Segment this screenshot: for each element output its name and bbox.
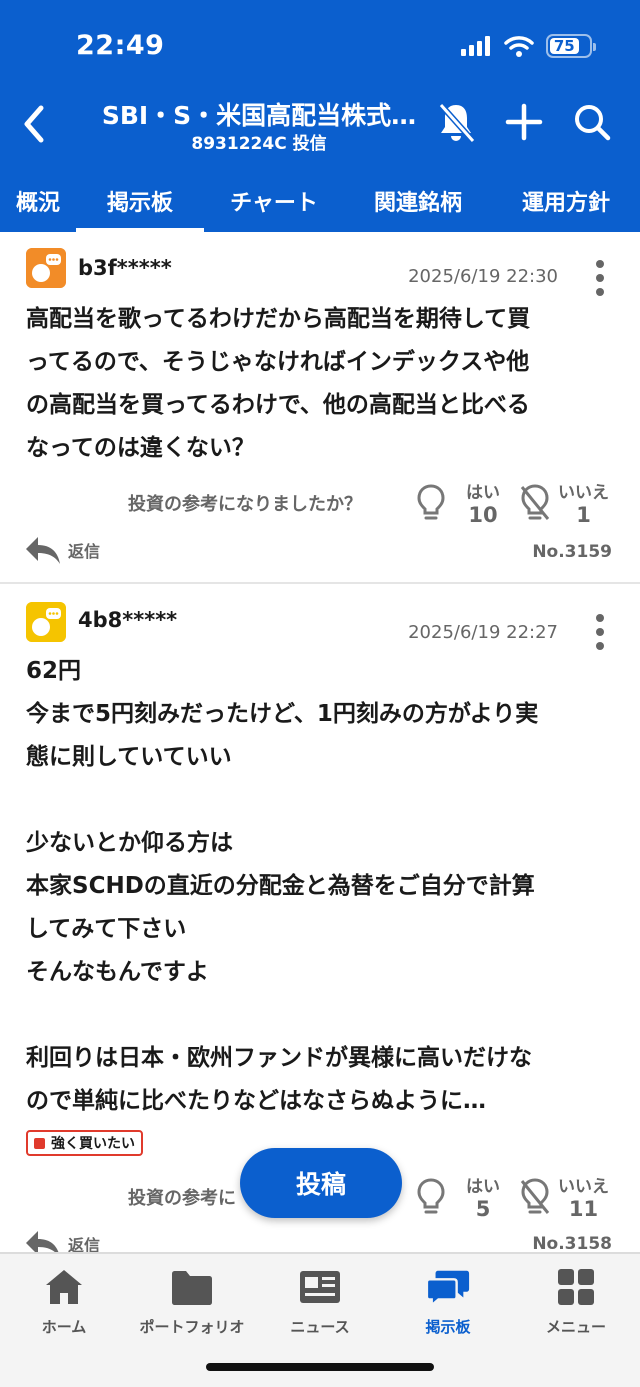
chat-bubbles-icon — [425, 1270, 470, 1307]
add-button[interactable] — [504, 100, 544, 144]
tab-bar: 概況 掲示板 チャート 関連銘柄 運用方針 — [0, 170, 640, 232]
yes-count: 10 — [468, 503, 498, 527]
post-line: 少ないとか仰る方は — [26, 830, 233, 856]
grid-menu-icon — [558, 1269, 594, 1305]
username[interactable]: 4b8***** — [78, 608, 177, 632]
reply-button[interactable]: 返信 — [24, 534, 100, 566]
post-line — [26, 994, 616, 1037]
newspaper-icon — [300, 1271, 340, 1303]
back-button[interactable] — [12, 100, 56, 148]
nav-news-label: ニュース — [290, 1318, 350, 1336]
search-button[interactable] — [572, 100, 612, 144]
post-line: 62円 — [26, 658, 82, 684]
post-number: No.3158 — [532, 1234, 612, 1252]
post-body: 62円 今まで5円刻みだったけど、1円刻みの方がより実 態に則していていい 少な… — [26, 650, 616, 1123]
nav-portfolio[interactable]: ポートフォリオ — [128, 1264, 256, 1337]
reply-icon — [26, 1231, 59, 1252]
fund-code: 8931224C 投信 — [191, 134, 327, 154]
post-body: 高配当を歌ってるわけだから高配当を期待して買 ってるので、そうじゃなければインデ… — [26, 298, 616, 470]
yes-count: 5 — [475, 1197, 491, 1221]
status-icons: 75 — [460, 34, 596, 58]
home-indicator — [206, 1363, 434, 1371]
yes-label: はい — [466, 1177, 500, 1197]
nav-menu[interactable]: メニュー — [512, 1264, 640, 1337]
tab-related[interactable]: 関連銘柄 — [344, 170, 492, 232]
nav-home[interactable]: ホーム — [0, 1264, 128, 1337]
wifi-icon — [504, 36, 534, 57]
page-title: SBI・S・米国高配当株式… — [101, 101, 417, 130]
post-line: ってるので、そうじゃなければインデックスや他 — [26, 349, 530, 375]
sentiment-badge: 強く買いたい — [26, 1130, 143, 1156]
post-line: 利回りは日本・欧州ファンドが異様に高いだけな — [26, 1045, 532, 1071]
vote-no-button[interactable]: いいえ 11 — [520, 1172, 609, 1221]
battery-icon: 75 — [546, 34, 596, 58]
more-options-icon[interactable] — [590, 610, 610, 654]
bell-off-icon — [438, 103, 475, 143]
no-label: いいえ — [558, 483, 609, 503]
vote-yes-button[interactable]: はい 5 — [416, 1172, 500, 1221]
nav-news[interactable]: ニュース — [256, 1264, 384, 1337]
avatar-icon — [26, 248, 66, 288]
post-line — [26, 779, 616, 822]
helpful-question: 投資の参考になりましたか？ — [128, 494, 362, 515]
tab-board[interactable]: 掲示板 — [76, 170, 204, 232]
post-card: b3f***** 2025/6/19 22:30 高配当を歌ってるわけだから高配… — [0, 232, 640, 582]
battery-level: 75 — [550, 37, 579, 55]
post-line: 今まで5円刻みだったけど、1円刻みの方がより実 — [26, 701, 539, 727]
post-line: ので単純に比べたりなどはなさらぬように… — [26, 1088, 486, 1114]
username[interactable]: b3f***** — [78, 256, 172, 280]
post-line: してみて下さい — [26, 916, 187, 942]
tab-policy[interactable]: 運用方針 — [492, 170, 640, 232]
home-icon — [46, 1270, 82, 1304]
status-time: 22:49 — [76, 30, 165, 61]
post-line: 高配当を歌ってるわけだから高配当を期待して買 — [26, 306, 531, 332]
no-count: 1 — [576, 503, 591, 527]
yes-label: はい — [466, 483, 500, 503]
nav-board[interactable]: 掲示板 — [384, 1264, 512, 1337]
nav-board-label: 掲示板 — [425, 1318, 471, 1336]
reply-button[interactable]: 返信 — [24, 1228, 100, 1252]
post-line: なってのは違くない？ — [26, 435, 255, 461]
plus-icon — [505, 103, 543, 141]
more-options-icon[interactable] — [590, 256, 610, 300]
post-time: 2025/6/19 22:27 — [408, 622, 558, 643]
lightbulb-off-icon — [520, 1177, 550, 1214]
vote-no-button[interactable]: いいえ 1 — [520, 478, 609, 527]
signal-icon — [461, 36, 490, 56]
lightbulb-icon — [417, 1177, 445, 1213]
tab-chart[interactable]: チャート — [204, 170, 344, 232]
post-line: そんなもんですよ — [26, 959, 209, 985]
badge-label: 強く買いたい — [51, 1136, 135, 1152]
post-button[interactable]: 投稿 — [240, 1148, 402, 1218]
app-header: 22:49 75 SBI・S・米国高配当株式… 8931224C 投信 概況 掲… — [0, 0, 640, 232]
helpful-question: 投資の参考に — [128, 1188, 236, 1209]
avatar-icon — [26, 602, 66, 642]
nav-portfolio-label: ポートフォリオ — [139, 1318, 245, 1336]
lightbulb-off-icon — [520, 483, 550, 520]
notification-off-button[interactable] — [436, 100, 476, 144]
post-line: 本家SCHDの直近の分配金と為替をご自分で計算 — [26, 873, 535, 899]
search-icon — [575, 105, 611, 141]
reply-icon — [26, 537, 60, 564]
folder-icon — [172, 1271, 212, 1305]
post-line: の高配当を買ってるわけで、他の高配当と比べる — [26, 392, 530, 418]
tab-overview[interactable]: 概況 — [0, 170, 76, 232]
no-label: いいえ — [558, 1177, 609, 1197]
post-time: 2025/6/19 22:30 — [408, 266, 558, 287]
nav-menu-label: メニュー — [545, 1318, 606, 1336]
no-count: 11 — [568, 1197, 599, 1221]
nav-home-label: ホーム — [41, 1318, 87, 1336]
reply-label: 返信 — [68, 542, 101, 561]
reply-label: 返信 — [68, 1236, 101, 1252]
square-icon — [34, 1137, 45, 1149]
post-line: 態に則していていい — [26, 744, 232, 770]
post-number: No.3159 — [532, 542, 612, 562]
lightbulb-icon — [417, 483, 445, 519]
vote-yes-button[interactable]: はい 10 — [416, 478, 500, 527]
chevron-left-icon — [24, 105, 44, 143]
